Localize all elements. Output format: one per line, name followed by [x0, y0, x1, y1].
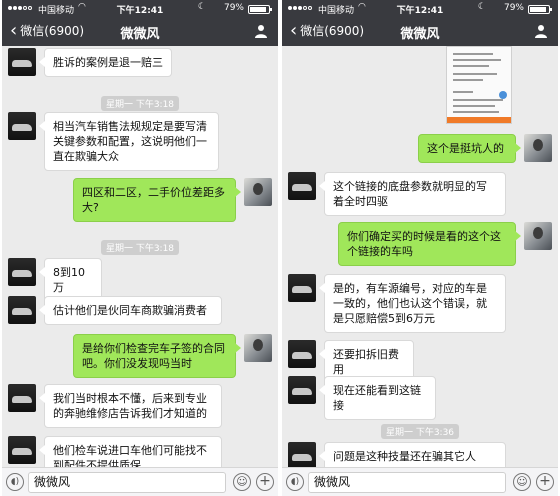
nav-bar: ‹ 微信(6900) 微微风 — [282, 17, 558, 46]
message-bubble[interactable]: 他们检车说进口车他们可能找不到配件不提供质保 — [39, 436, 222, 467]
message-sent: 这个是挺坑人的 — [418, 134, 552, 163]
person-icon[interactable] — [534, 24, 548, 38]
message-received: 我们当时根本不懂，后来到专业的奔驰维修店告诉我们才知道的 — [8, 384, 222, 428]
voice-icon[interactable]: ◖) — [6, 473, 24, 491]
my-avatar[interactable] — [244, 178, 272, 206]
message-sent: 是给你们检查完车子签的合同吧。你们没发现吗当时 — [73, 334, 272, 378]
my-avatar[interactable] — [244, 334, 272, 362]
message-sent: 四区和二区，二手价位差距多大? — [73, 178, 272, 222]
contact-avatar[interactable] — [288, 442, 316, 467]
moon-icon: ☾ — [477, 2, 486, 12]
contact-avatar[interactable] — [288, 376, 316, 404]
message-bubble[interactable]: 是的，有车源编号，对应的车是一致的，他们也认这个错误，就是只愿赔偿5到6万元 — [319, 274, 506, 333]
message-input[interactable]: 微微风 — [28, 472, 226, 493]
contact-avatar[interactable] — [8, 296, 36, 324]
timestamp: 星期一 下午3:18 — [2, 92, 278, 111]
message-sent: 你们确定买的时候是看的这个这个链接的车吗 — [338, 222, 552, 266]
status-bar: 中国移动 ◠ 下午12:41 ☾ 79% — [282, 0, 558, 17]
chat-title: 微微风 — [120, 27, 160, 42]
message-input[interactable]: 微微风 — [308, 472, 506, 493]
contact-avatar[interactable] — [8, 384, 36, 412]
message-received: 估计他们是伙同车商欺骗消费者 — [8, 296, 222, 325]
message-bubble[interactable]: 你们确定买的时候是看的这个这个链接的车吗 — [338, 222, 521, 266]
my-avatar[interactable] — [524, 222, 552, 250]
message-received: 问题是这种技量还在骗其它人 — [288, 442, 506, 467]
contact-avatar[interactable] — [288, 340, 316, 368]
plus-icon[interactable]: + — [256, 473, 274, 491]
battery-icon — [248, 5, 272, 14]
timestamp: 星期一 下午3:36 — [282, 420, 558, 439]
image-message[interactable] — [446, 46, 512, 124]
message-bubble[interactable]: 四区和二区，二手价位差距多大? — [73, 178, 241, 222]
message-received: 胜诉的案例是退一赔三 — [8, 48, 172, 77]
input-bar: ◖) 微微风 ☺ + — [282, 467, 558, 496]
image-bar — [447, 117, 511, 123]
timestamp: 星期一 下午3:18 — [2, 236, 278, 255]
contact-avatar[interactable] — [8, 436, 36, 464]
nav-bar: ‹ 微信(6900) 微微风 — [2, 17, 278, 46]
emoji-icon[interactable]: ☺ — [233, 473, 251, 491]
status-bar: 中国移动 ◠ 下午12:41 ☾ 79% — [2, 0, 278, 17]
chat-area[interactable]: 胜诉的案例是退一赔三 星期一 下午3:18 相当汽车销售法规规定是要写清关键参数… — [2, 46, 278, 467]
message-bubble[interactable]: 问题是这种技量还在骗其它人 — [319, 442, 506, 467]
battery-icon — [528, 5, 552, 14]
moon-icon: ☾ — [197, 2, 206, 12]
left-phone-screen: 中国移动 ◠ 下午12:41 ☾ 79% ‹ 微信(6900) 微微风 胜诉的案… — [2, 0, 278, 496]
message-received: 相当汽车销售法规规定是要写清关键参数和配置，这说明他们一直在欺骗大众 — [8, 112, 219, 171]
contact-avatar[interactable] — [288, 274, 316, 302]
input-bar: ◖) 微微风 ☺ + — [2, 467, 278, 496]
battery-percent: 79% — [223, 3, 244, 13]
voice-icon[interactable]: ◖) — [286, 473, 304, 491]
emoji-icon[interactable]: ☺ — [513, 473, 531, 491]
contact-avatar[interactable] — [288, 172, 316, 200]
message-received: 这个链接的底盘参数就明显的写着全时四驱 — [288, 172, 506, 216]
my-avatar[interactable] — [524, 134, 552, 162]
message-bubble[interactable]: 现在还能看到这链接 — [319, 376, 436, 420]
message-bubble[interactable]: 估计他们是伙同车商欺骗消费者 — [39, 296, 222, 325]
message-bubble[interactable]: 这个链接的底盘参数就明显的写着全时四驱 — [319, 172, 506, 216]
message-received: 他们检车说进口车他们可能找不到配件不提供质保 — [8, 436, 222, 467]
contact-avatar[interactable] — [8, 48, 36, 76]
message-received: 是的，有车源编号，对应的车是一致的，他们也认这个错误，就是只愿赔偿5到6万元 — [288, 274, 506, 333]
chat-area[interactable]: 这个是挺坑人的 这个链接的底盘参数就明显的写着全时四驱 你们确定买的时候是看的这… — [282, 46, 558, 467]
message-bubble[interactable]: 相当汽车销售法规规定是要写清关键参数和配置，这说明他们一直在欺骗大众 — [39, 112, 219, 171]
message-bubble[interactable]: 是给你们检查完车子签的合同吧。你们没发现吗当时 — [73, 334, 241, 378]
plus-icon[interactable]: + — [536, 473, 554, 491]
message-bubble[interactable]: 胜诉的案例是退一赔三 — [39, 48, 172, 77]
right-phone-screen: 中国移动 ◠ 下午12:41 ☾ 79% ‹ 微信(6900) 微微风 这个是挺… — [282, 0, 558, 496]
image-dot — [499, 91, 507, 99]
battery-percent: 79% — [503, 3, 524, 13]
person-icon[interactable] — [254, 24, 268, 38]
chat-title: 微微风 — [400, 27, 440, 42]
message-bubble[interactable]: 我们当时根本不懂，后来到专业的奔驰维修店告诉我们才知道的 — [39, 384, 222, 428]
message-received: 现在还能看到这链接 — [288, 376, 436, 420]
contact-avatar[interactable] — [8, 258, 36, 286]
contact-avatar[interactable] — [8, 112, 36, 140]
message-bubble[interactable]: 这个是挺坑人的 — [418, 134, 521, 163]
